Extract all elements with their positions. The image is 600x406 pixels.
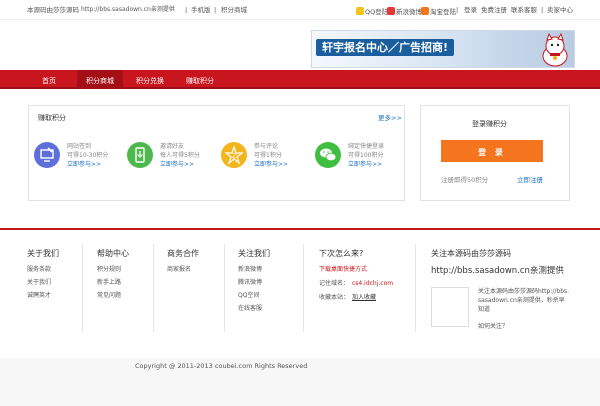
divider: | bbox=[541, 6, 544, 14]
feature-reward: 可得1积分 bbox=[254, 152, 282, 159]
footer-link[interactable]: 常见问题 bbox=[97, 293, 121, 299]
feature-comment: Z 参与评论 可得1积分 立即参与>> bbox=[221, 140, 311, 180]
divider bbox=[82, 244, 83, 332]
feature-invite: 邀请好友 每人可得5积分 立即参与>> bbox=[127, 140, 217, 180]
weibo-login-link[interactable]: 新浪微博 bbox=[387, 7, 422, 16]
footer-link[interactable]: 积分规则 bbox=[97, 267, 121, 273]
divider: | bbox=[214, 6, 217, 14]
invite-icon bbox=[127, 142, 153, 168]
footer-link[interactable]: 诚聘英才 bbox=[27, 293, 51, 299]
login-panel-title: 登录赚积分 bbox=[472, 120, 507, 128]
source-url[interactable]: http://bbs.sasadown.cn亲测提供 bbox=[81, 7, 175, 13]
ad-banner[interactable]: 轩宇报名中心／广告招商! bbox=[311, 30, 575, 68]
footer-col-title: 商务合作 bbox=[167, 249, 199, 258]
footer-link[interactable]: 新手上路 bbox=[97, 280, 121, 286]
top-bar: 本源码由莎莎源码 http://bbs.sasadown.cn亲测提供 | 手机… bbox=[0, 0, 600, 20]
footer-link[interactable]: 新浪微博 bbox=[238, 267, 262, 273]
domain-label: 记住域名： bbox=[319, 280, 350, 287]
divider bbox=[415, 244, 416, 332]
taobao-login-label: 淘宝登陆 bbox=[430, 8, 456, 16]
taobao-login-link[interactable]: 淘宝登陆 bbox=[421, 7, 456, 16]
favorite-label: 收藏本站： bbox=[319, 294, 350, 301]
feature-reward: 可得10-30积分 bbox=[67, 152, 109, 159]
join-link[interactable]: 立即参与>> bbox=[254, 160, 288, 169]
feature-name: 网站签到 bbox=[67, 143, 92, 150]
seller-center-link[interactable]: 卖家中心 bbox=[547, 7, 573, 14]
divider bbox=[303, 244, 304, 332]
register-link[interactable]: 免费注册 bbox=[481, 7, 507, 14]
nav-earn-points[interactable]: 赚取积分 bbox=[177, 70, 223, 89]
mobile-link[interactable]: 手机版 bbox=[191, 7, 211, 14]
feature-name: 参与评论 bbox=[254, 143, 279, 150]
footer-link[interactable]: 腾讯微博 bbox=[238, 280, 262, 286]
qq-icon bbox=[356, 7, 364, 15]
source-note: 本源码由莎莎源码 bbox=[27, 6, 79, 14]
join-link[interactable]: 立即参与>> bbox=[160, 160, 194, 169]
login-panel: 登录赚积分 登 录 注册即得50积分 立即注册 bbox=[420, 105, 570, 201]
feature-name: 邀请好友 bbox=[160, 143, 185, 150]
footer-link[interactable]: 在线客服 bbox=[238, 306, 262, 312]
how-to-follow-link[interactable]: 如何关注？ bbox=[478, 324, 508, 330]
comment-icon: Z bbox=[221, 142, 247, 168]
nav-points-mall[interactable]: 积分商城 bbox=[77, 70, 123, 89]
footer-col-title: 关于我们 bbox=[27, 249, 59, 258]
svg-text:Z: Z bbox=[232, 153, 236, 160]
feature-signin: 网站签到 可得10-30积分 立即参与>> bbox=[34, 140, 124, 180]
lucky-cat-icon bbox=[542, 33, 568, 67]
join-link[interactable]: 立即参与>> bbox=[67, 160, 101, 169]
footer-link[interactable]: 关于我们 bbox=[27, 280, 51, 286]
copyright-bar: Copyright @ 2011-2013 coubei.com Rights … bbox=[0, 358, 600, 406]
divider: | bbox=[456, 6, 459, 14]
panel-title: 赚取积分 bbox=[38, 114, 66, 122]
register-now-link[interactable]: 立即注册 bbox=[517, 177, 543, 184]
divider: | bbox=[185, 6, 188, 14]
footer-link[interactable]: 商家报名 bbox=[167, 267, 191, 273]
copyright-text: Copyright @ 2011-2013 coubei.com Rights … bbox=[135, 362, 308, 370]
register-reward-note: 注册即得50积分 bbox=[441, 176, 489, 184]
feature-reward: 每人可得5积分 bbox=[160, 152, 200, 159]
feature-reward: 可得100积分 bbox=[348, 152, 384, 159]
divider bbox=[224, 244, 225, 332]
weibo-login-label: 新浪微博 bbox=[396, 8, 422, 16]
follow-title: 关注本源码由莎莎源码 bbox=[431, 249, 511, 258]
divider bbox=[153, 244, 154, 332]
download-shortcut-link[interactable]: 下载桌面快捷方式 bbox=[319, 267, 367, 273]
login-link[interactable]: 登录 bbox=[464, 7, 477, 14]
main-nav: 首页 积分商城 积分兑换 赚取积分 bbox=[0, 70, 600, 89]
mall-link[interactable]: 积分商城 bbox=[221, 7, 247, 14]
footer-link[interactable]: QQ空间 bbox=[238, 293, 259, 299]
next-visit-title: 下次怎么来? bbox=[319, 249, 364, 258]
more-link[interactable]: 更多>> bbox=[378, 115, 402, 122]
earn-points-panel: 赚取积分 更多>> 网站签到 可得10-30积分 立即参与>> 邀请好友 每人可… bbox=[28, 105, 405, 201]
add-favorite-link[interactable]: 加入收藏 bbox=[352, 295, 376, 301]
qr-code-image bbox=[431, 287, 469, 327]
feature-name: 绑定快捷登录 bbox=[348, 143, 385, 150]
domain-value[interactable]: cs4.idchj.com bbox=[352, 281, 393, 287]
footer-col-title: 帮助中心 bbox=[97, 249, 129, 258]
qq-login-link[interactable]: QQ登陆 bbox=[356, 7, 388, 16]
nav-points-exchange[interactable]: 积分兑换 bbox=[127, 70, 173, 89]
signin-icon bbox=[34, 142, 60, 168]
qq-login-label: QQ登陆 bbox=[365, 8, 389, 16]
weibo-icon bbox=[387, 7, 395, 15]
nav-home[interactable]: 首页 bbox=[27, 70, 71, 89]
feature-bind-login: 绑定快捷登录 可得100积分 立即参与>> bbox=[315, 140, 405, 180]
banner-text: 轩宇报名中心／广告招商! bbox=[316, 39, 455, 56]
qr-caption: 关注本源码由莎莎源码http://bbs.sasadown.cn亲测提供，秒杀早… bbox=[478, 288, 570, 313]
taobao-icon bbox=[421, 7, 429, 15]
wechat-icon bbox=[315, 142, 341, 168]
footer: 关于我们 服务条款 关于我们 诚聘英才 帮助中心 积分规则 新手上路 常见问题 … bbox=[0, 228, 600, 358]
footer-link[interactable]: 服务条款 bbox=[27, 267, 51, 273]
join-link[interactable]: 立即参与>> bbox=[348, 160, 382, 169]
login-button[interactable]: 登 录 bbox=[441, 140, 543, 162]
contact-link[interactable]: 联系客服 bbox=[511, 7, 537, 14]
footer-col-title: 关注我们 bbox=[238, 249, 270, 258]
follow-url: http://bbs.sasadown.cn亲测提供 bbox=[431, 266, 564, 276]
